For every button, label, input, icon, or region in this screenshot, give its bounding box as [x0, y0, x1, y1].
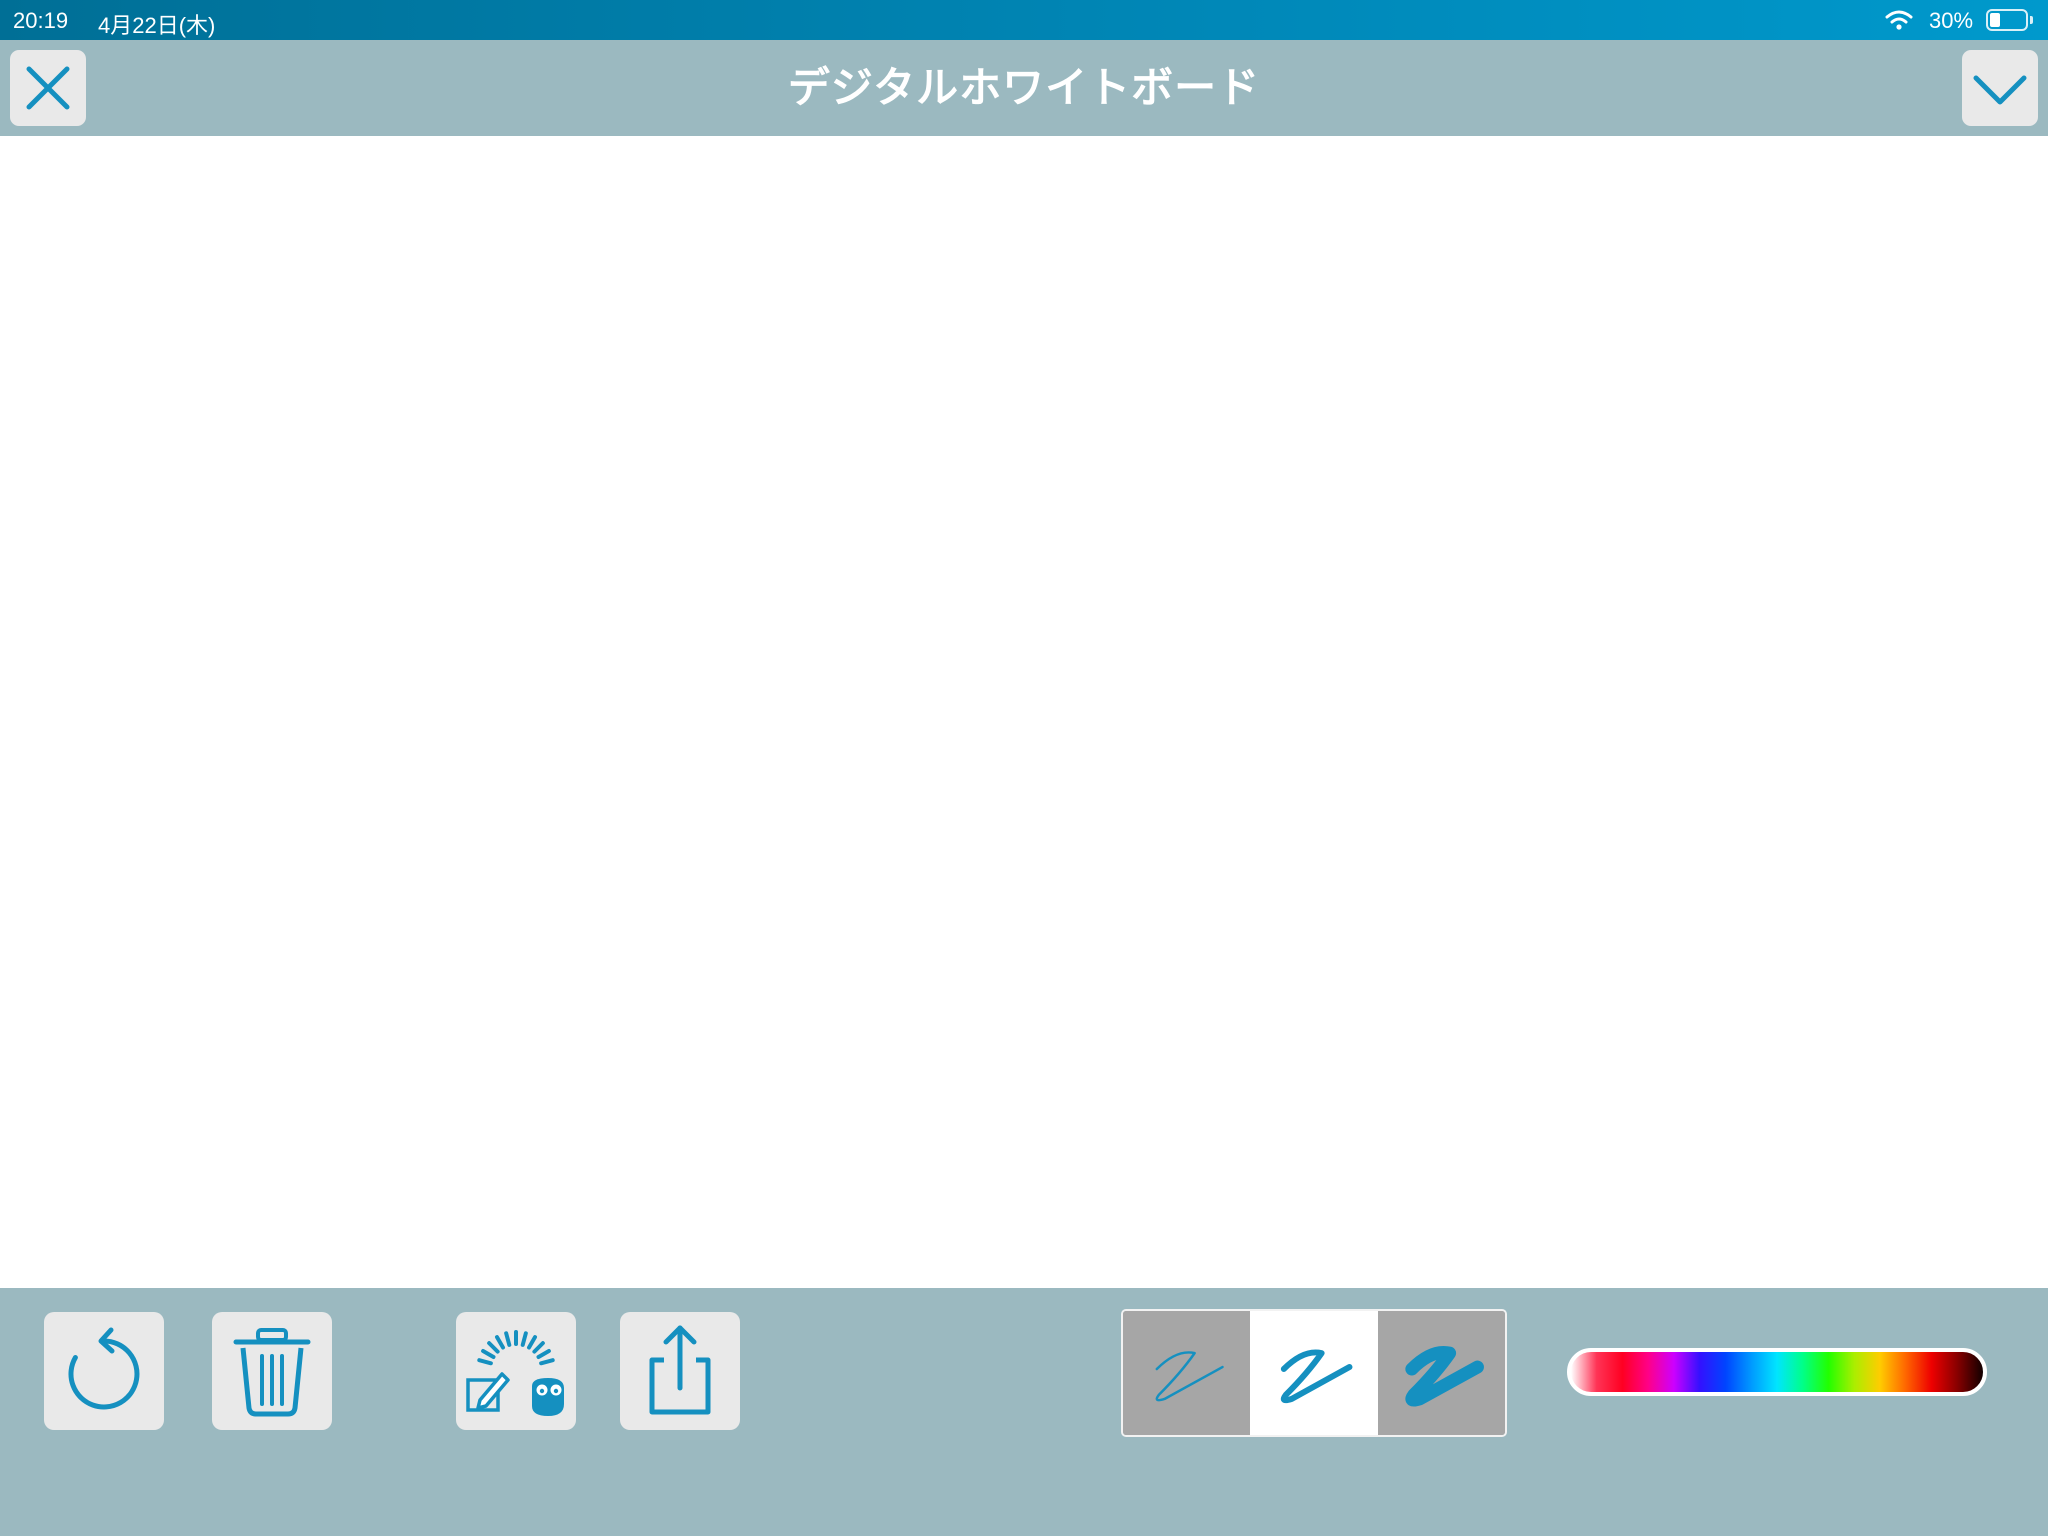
share-button[interactable] — [620, 1312, 740, 1430]
sunburst-ray — [532, 1341, 545, 1354]
sunburst-ray — [527, 1335, 537, 1350]
color-slider[interactable] — [1567, 1348, 1987, 1396]
collapse-button[interactable] — [1962, 50, 2038, 126]
sunburst-ray — [520, 1331, 528, 1347]
undo-icon — [68, 1327, 140, 1410]
whiteboard-assistant-button[interactable] — [456, 1312, 576, 1430]
header-bar: デジタルホワイトボード — [0, 40, 2048, 136]
wifi-icon — [1885, 10, 1913, 30]
pen-thick-icon — [1405, 1346, 1484, 1407]
sunburst-ray — [477, 1358, 493, 1366]
pen-width-medium[interactable] — [1250, 1311, 1378, 1435]
page-title: デジタルホワイトボード — [787, 64, 1261, 111]
sunburst-ray — [481, 1349, 496, 1359]
sunburst-ray — [487, 1341, 500, 1354]
pen-width-thick[interactable] — [1377, 1311, 1505, 1435]
undo-button[interactable] — [44, 1312, 164, 1430]
pen-width-selector — [1121, 1309, 1507, 1437]
note-owl-icon — [466, 1330, 564, 1416]
battery-nub — [2030, 16, 2033, 24]
bottom-toolbar — [0, 1288, 2048, 1536]
close-icon — [26, 66, 70, 110]
share-icon — [649, 1325, 711, 1415]
pen-medium-icon — [1281, 1349, 1353, 1404]
battery-level-fill — [1990, 13, 2001, 27]
status-bar: 20:19 4月22日(木) 30% — [0, 0, 2048, 40]
sunburst-ray — [504, 1331, 512, 1347]
pen-width-thin[interactable] — [1123, 1311, 1251, 1435]
sunburst-ray — [536, 1349, 551, 1359]
close-button[interactable] — [10, 50, 86, 126]
sunburst-ray — [495, 1335, 505, 1350]
trash-icon — [233, 1328, 311, 1417]
status-time: 20:19 — [13, 8, 69, 33]
chevron-down-icon — [1973, 75, 2027, 105]
battery-percentage: 30% — [1929, 8, 1974, 33]
clear-button[interactable] — [212, 1312, 332, 1430]
sunburst-icon — [477, 1330, 555, 1366]
battery-icon — [1986, 9, 2028, 31]
status-date: 4月22日(木) — [98, 13, 216, 38]
sunburst-ray — [539, 1358, 555, 1366]
whiteboard-canvas[interactable] — [0, 136, 2048, 1288]
pen-thin-icon — [1155, 1351, 1224, 1402]
